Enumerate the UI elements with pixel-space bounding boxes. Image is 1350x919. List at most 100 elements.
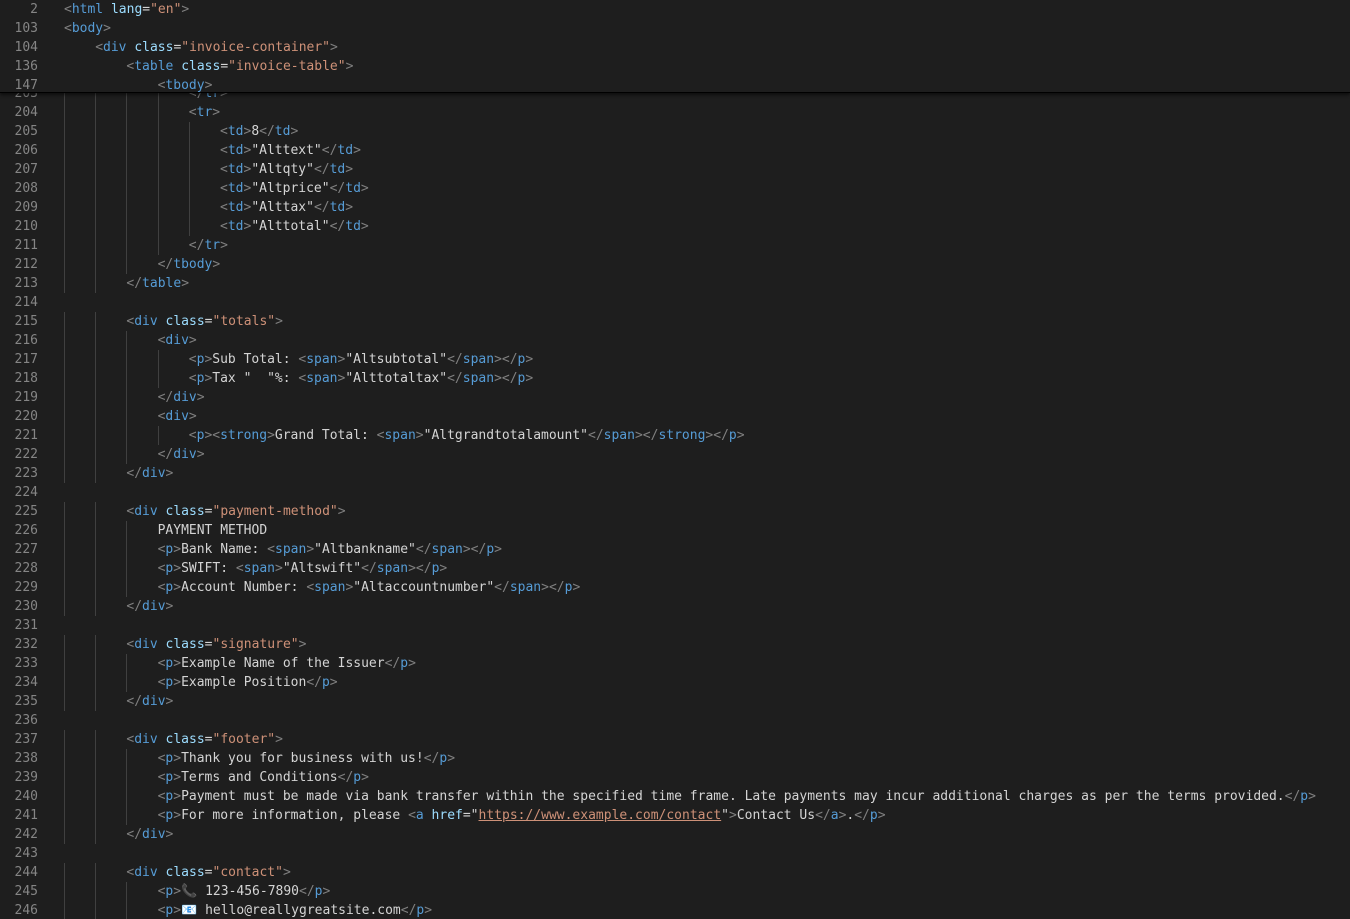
- token-tag-name: p: [321, 675, 330, 690]
- code-line[interactable]: 210 <td>"Alttotal"</td>: [0, 217, 1350, 236]
- code-line[interactable]: 136 <table class="invoice-table">: [0, 57, 1350, 76]
- code-line[interactable]: 234 <p>Example Position</p>: [0, 673, 1350, 692]
- code-line[interactable]: 207 <td>"Altqty"</td>: [0, 160, 1350, 179]
- indent-guide: [188, 198, 190, 217]
- code-line[interactable]: 241 <p>For more information, please <a hr…: [0, 806, 1350, 825]
- code-line[interactable]: 209 <td>"Alttax"</td>: [0, 198, 1350, 217]
- code-line[interactable]: 227 <p>Bank Name: <span>"Altbankname"</sp…: [0, 540, 1350, 559]
- token-bracket: </: [1284, 789, 1301, 804]
- indent-guide: [95, 198, 97, 217]
- token-tag-name: div: [134, 637, 158, 652]
- code-text: </tr>: [189, 236, 228, 255]
- code-line[interactable]: 211 </tr>: [0, 236, 1350, 255]
- code-line[interactable]: 238 <p>Thank you for business with us!</p…: [0, 749, 1350, 768]
- indent-guide: [126, 882, 128, 901]
- line-number: 239: [14, 770, 38, 785]
- code-line[interactable]: 230 </div>: [0, 597, 1350, 616]
- code-line[interactable]: 235 </div>: [0, 692, 1350, 711]
- code-line[interactable]: 218 <p>Tax " "%: <span>"Alttotaltax"</spa…: [0, 369, 1350, 388]
- code-editor[interactable]: 2 <html lang="en"> 103 <body> 104 <div class=…: [0, 0, 1350, 919]
- token-tag-name: td: [227, 124, 244, 139]
- code-line[interactable]: 208 <td>"Altprice"</td>: [0, 179, 1350, 198]
- token-attribute-value: "payment-method": [212, 504, 338, 519]
- code-line[interactable]: 233 <p>Example Name of the Issuer</p>: [0, 654, 1350, 673]
- code-line[interactable]: 147 <tbody>: [0, 76, 1350, 92]
- token-tag-name: span: [376, 561, 409, 576]
- token-text: =": [462, 808, 479, 823]
- line-number: 218: [14, 371, 38, 386]
- code-text: <p>SWIFT: <span>"Altswift"</span></p>: [158, 559, 448, 578]
- code-line[interactable]: 205 <td>8</td>: [0, 122, 1350, 141]
- line-number: 136: [14, 59, 38, 74]
- token-attribute-name: lang: [110, 2, 143, 17]
- code-line[interactable]: 240 <p>Payment must be made via bank tran…: [0, 787, 1350, 806]
- code-line[interactable]: 2 <html lang="en">: [0, 0, 1350, 19]
- indent-guide: [95, 654, 97, 673]
- token-bracket: >: [173, 656, 182, 671]
- token-bracket: </: [126, 466, 143, 481]
- code-line[interactable]: 206 <td>"Alttext"</td>: [0, 141, 1350, 160]
- line-number: 230: [14, 599, 38, 614]
- code-line[interactable]: 220 <div>: [0, 407, 1350, 426]
- indent-guide: [188, 122, 190, 141]
- token-tag-name: strong: [220, 428, 268, 443]
- code-line[interactable]: 237 <div class="footer">: [0, 730, 1350, 749]
- code-line[interactable]: 245 <p>📞 123-456-7890</p>: [0, 882, 1350, 901]
- code-line[interactable]: 215 <div class="totals">: [0, 312, 1350, 331]
- token-bracket: <: [220, 181, 228, 196]
- token-text: =: [204, 637, 213, 652]
- code-line[interactable]: 204 <tr>: [0, 103, 1350, 122]
- code-line[interactable]: 222 </div>: [0, 445, 1350, 464]
- code-line[interactable]: 214: [0, 293, 1350, 312]
- token-bracket: </: [188, 238, 205, 253]
- token-bracket: </: [494, 580, 510, 595]
- editor-text-area[interactable]: 203 </tr> 204 <tr> 205 <td>8</td> 206 <td>"Altt…: [0, 84, 1350, 919]
- indent-guide: [126, 141, 128, 160]
- code-line[interactable]: 104 <div class="invoice-container">: [0, 38, 1350, 57]
- indent-guide: [64, 597, 65, 616]
- token-link-url[interactable]: https://www.example.com/contact: [479, 808, 722, 823]
- code-line[interactable]: 243: [0, 844, 1350, 863]
- code-line[interactable]: 225 <div class="payment-method">: [0, 502, 1350, 521]
- indent-guide: [95, 407, 97, 426]
- code-line[interactable]: 224: [0, 483, 1350, 502]
- token-tag-name: table: [142, 276, 182, 291]
- code-line[interactable]: 212 </tbody>: [0, 255, 1350, 274]
- line-number: 103: [14, 21, 38, 36]
- code-line[interactable]: 103 <body>: [0, 19, 1350, 38]
- token-bracket: </: [329, 219, 346, 234]
- token-text: =: [142, 2, 151, 17]
- sticky-scroll-header[interactable]: 2 <html lang="en"> 103 <body> 104 <div class=…: [0, 0, 1350, 93]
- code-line[interactable]: 228 <p>SWIFT: <span>"Altswift"</span></p>: [0, 559, 1350, 578]
- token-bracket: >: [345, 162, 354, 177]
- token-bracket: <: [95, 40, 104, 55]
- indent-guide: [95, 578, 97, 597]
- code-line[interactable]: 219 </div>: [0, 388, 1350, 407]
- code-line[interactable]: 232 <div class="signature">: [0, 635, 1350, 654]
- token-bracket: </: [259, 124, 275, 139]
- token-bracket: >: [188, 333, 197, 348]
- code-line[interactable]: 244 <div class="contact">: [0, 863, 1350, 882]
- token-bracket: </: [447, 352, 463, 367]
- indent-guide: [157, 179, 159, 198]
- code-line[interactable]: 217 <p>Sub Total: <span>"Altsubtotal"</sp…: [0, 350, 1350, 369]
- code-line[interactable]: 246 <p>📧 hello@reallygreatsite.com</p>: [0, 901, 1350, 919]
- code-line[interactable]: 236: [0, 711, 1350, 730]
- token-text: "Altswift": [282, 561, 362, 576]
- token-bracket: <: [64, 21, 72, 36]
- code-line[interactable]: 226 PAYMENT METHOD: [0, 521, 1350, 540]
- token-bracket: <: [220, 143, 228, 158]
- token-bracket: <: [188, 105, 197, 120]
- code-line[interactable]: 239 <p>Terms and Conditions</p>: [0, 768, 1350, 787]
- token-text: Sub Total:: [212, 352, 299, 367]
- code-line[interactable]: 221 <p><strong>Grand Total: <span>"Altgra…: [0, 426, 1350, 445]
- code-line[interactable]: 216 <div>: [0, 331, 1350, 350]
- code-line[interactable]: 229 <p>Account Number: <span>"Altaccountn…: [0, 578, 1350, 597]
- code-line[interactable]: 231: [0, 616, 1350, 635]
- code-text: <p>Terms and Conditions</p>: [158, 768, 369, 787]
- token-tag-name: div: [134, 314, 158, 329]
- token-bracket: >: [345, 200, 354, 215]
- code-line[interactable]: 223 </div>: [0, 464, 1350, 483]
- code-line[interactable]: 242 </div>: [0, 825, 1350, 844]
- code-line[interactable]: 213 </table>: [0, 274, 1350, 293]
